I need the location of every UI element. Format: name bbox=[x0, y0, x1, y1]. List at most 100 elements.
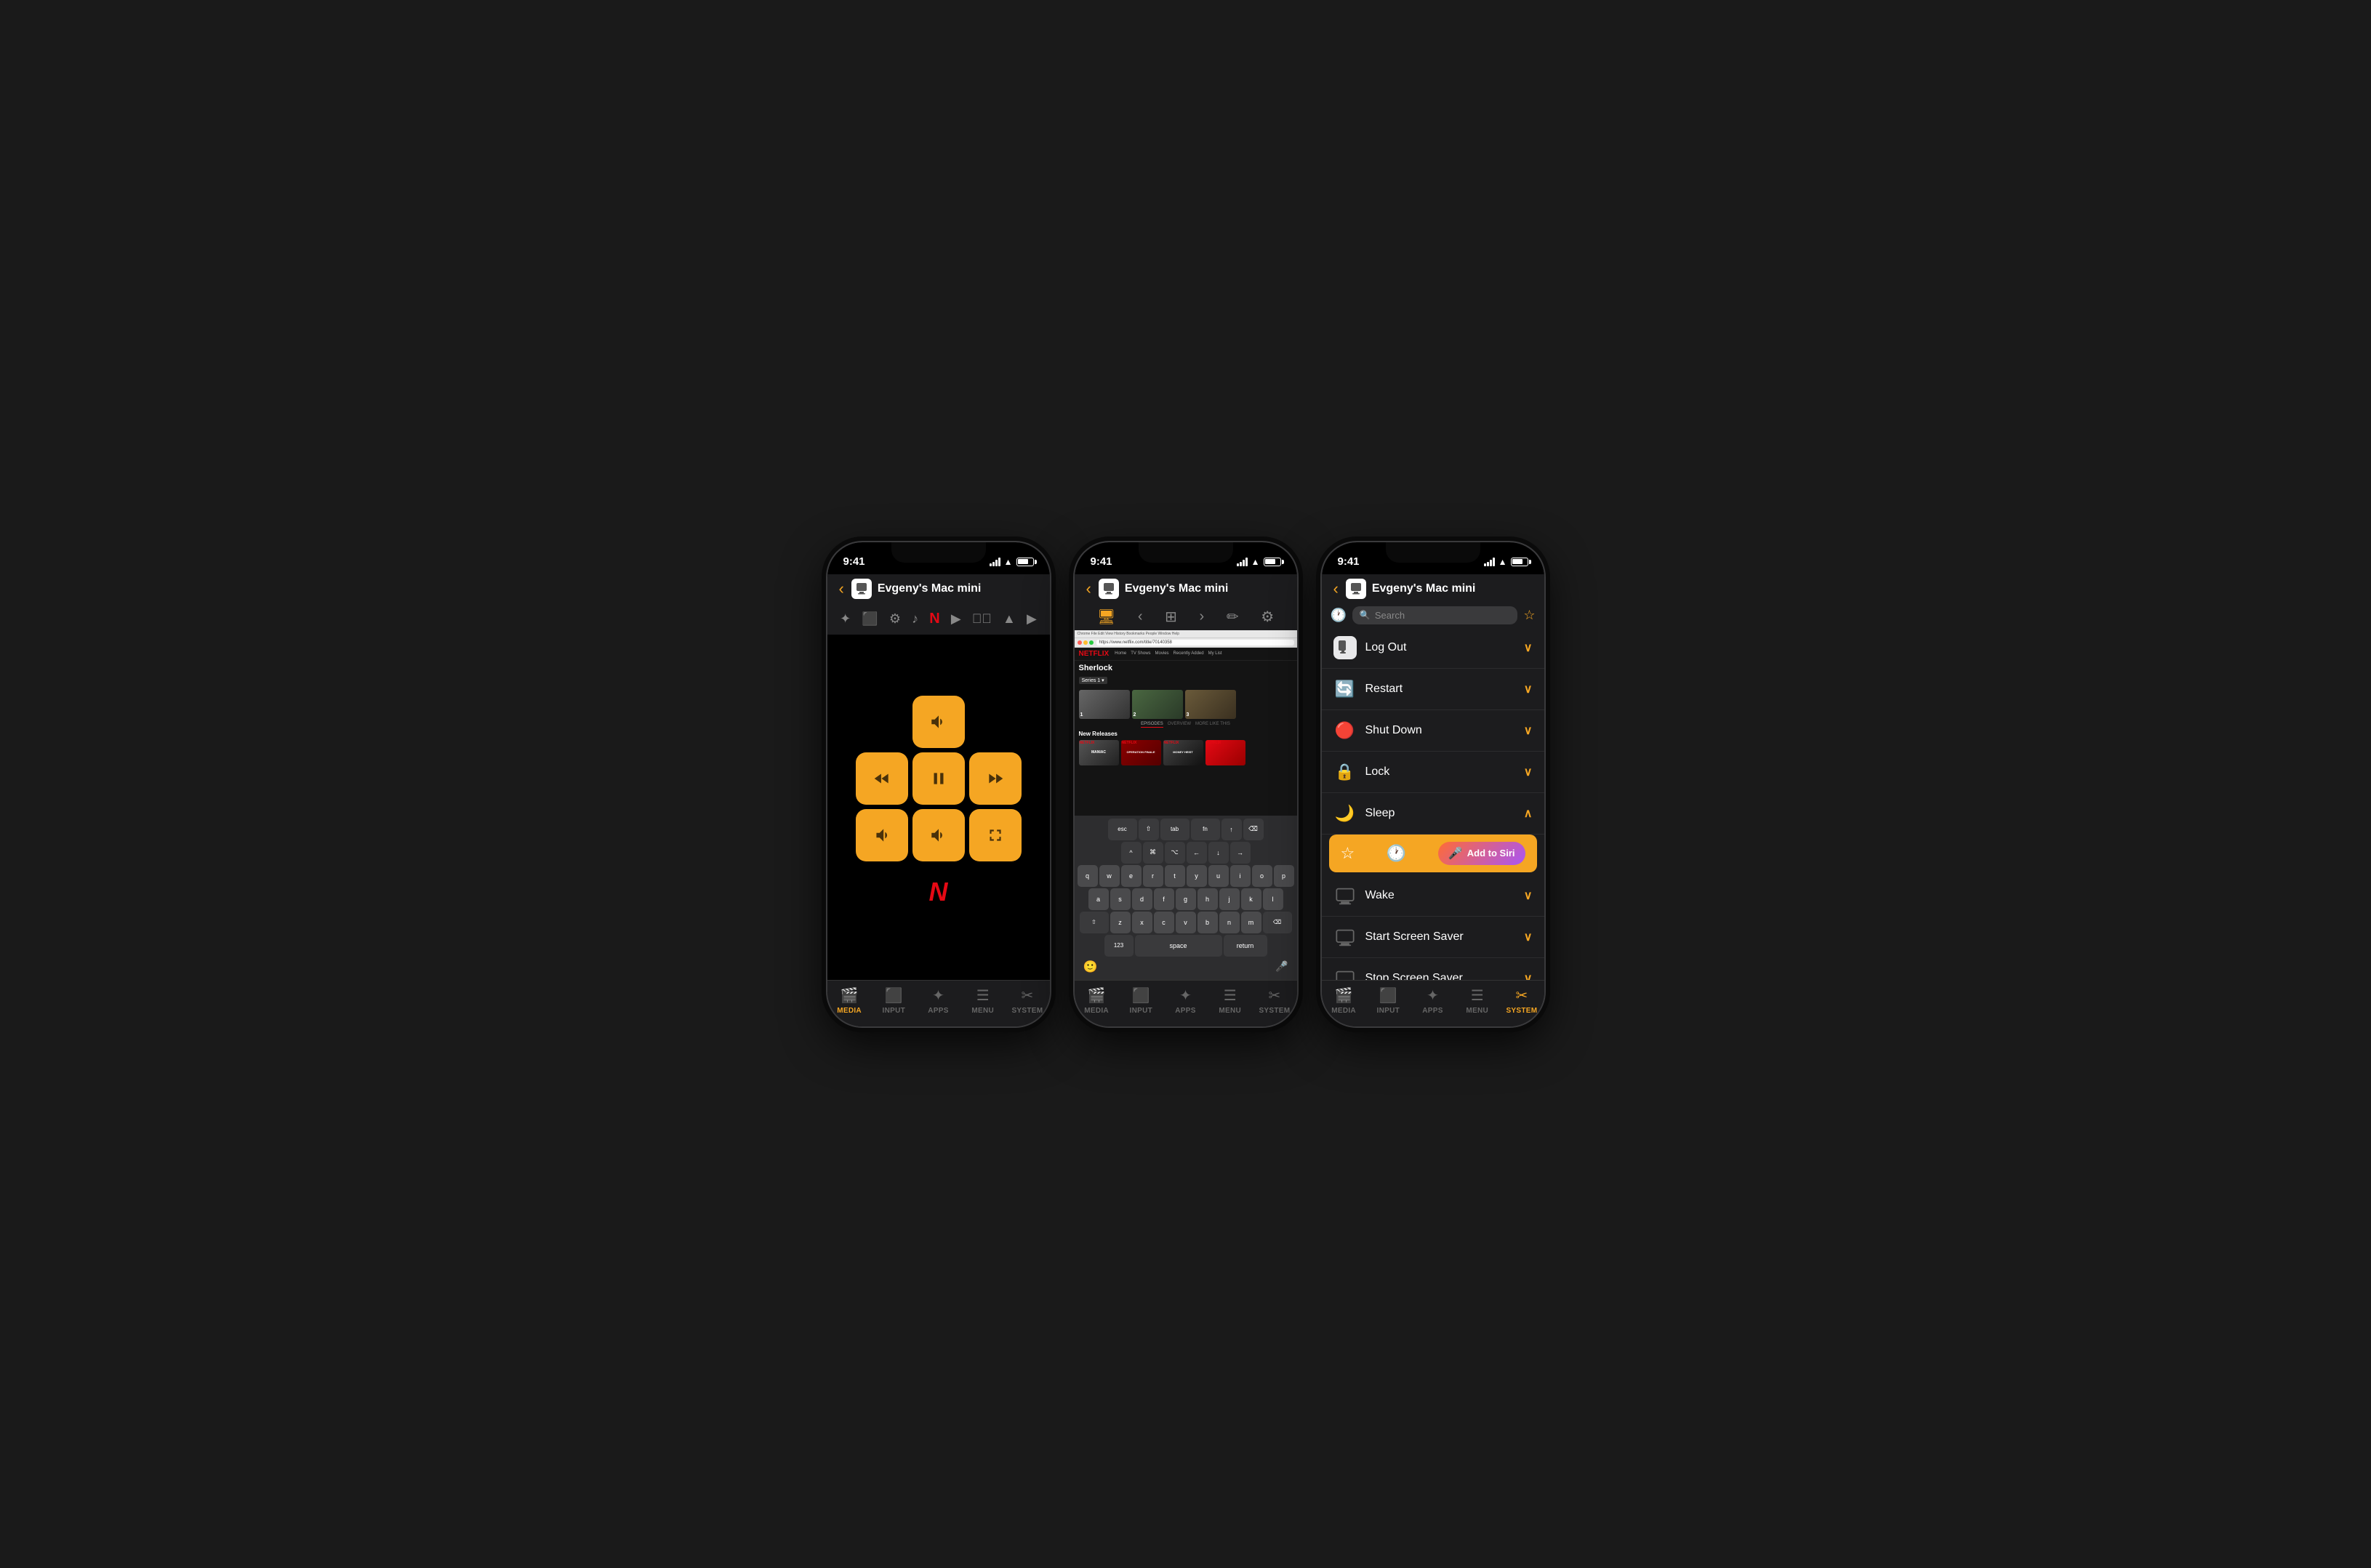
key-backspace[interactable]: ⌫ bbox=[1243, 819, 1264, 840]
key-t[interactable]: t bbox=[1165, 865, 1185, 887]
key-z[interactable]: z bbox=[1110, 912, 1131, 933]
back-button-2[interactable]: ‹ bbox=[1086, 579, 1091, 598]
key-up[interactable]: ↑ bbox=[1221, 819, 1242, 840]
tab-media-2[interactable]: 🎬 MEDIA bbox=[1075, 986, 1119, 1015]
menu-item-logout[interactable]: Log Out ∨ bbox=[1322, 627, 1544, 669]
menu-item-lock[interactable]: 🔒 Lock ∨ bbox=[1322, 752, 1544, 793]
back-button-3[interactable]: ‹ bbox=[1333, 579, 1339, 598]
key-down[interactable]: ↓ bbox=[1208, 842, 1229, 864]
key-right[interactable]: → bbox=[1230, 842, 1251, 864]
key-opt[interactable]: ⌥ bbox=[1165, 842, 1185, 864]
key-h[interactable]: h bbox=[1197, 888, 1218, 910]
favorites-icon[interactable]: ☆ bbox=[1523, 608, 1535, 623]
netflix-button[interactable]: N bbox=[912, 866, 965, 918]
nr-card-4[interactable]: NETFLIX bbox=[1205, 740, 1245, 765]
key-i[interactable]: i bbox=[1230, 865, 1251, 887]
key-x[interactable]: x bbox=[1132, 912, 1152, 933]
overview-tab[interactable]: OVERVIEW bbox=[1168, 722, 1191, 728]
episode-1[interactable]: 1 bbox=[1079, 690, 1130, 719]
key-return[interactable]: return bbox=[1224, 935, 1267, 957]
key-w[interactable]: w bbox=[1099, 865, 1120, 887]
menu-item-shutdown[interactable]: 🔴 Shut Down ∨ bbox=[1322, 710, 1544, 752]
search-container[interactable]: 🔍 Search bbox=[1352, 606, 1517, 624]
key-q[interactable]: q bbox=[1078, 865, 1098, 887]
itunes-icon[interactable]: ▲ bbox=[1000, 608, 1019, 630]
tab-apps-1[interactable]: ✦ APPS bbox=[916, 986, 960, 1015]
tab-apps-2[interactable]: ✦ APPS bbox=[1163, 986, 1208, 1015]
play-icon[interactable]: ▶ bbox=[948, 608, 964, 630]
key-123[interactable]: 123 bbox=[1104, 935, 1134, 957]
key-shift[interactable]: ⇧ bbox=[1080, 912, 1109, 933]
key-o[interactable]: o bbox=[1252, 865, 1272, 887]
episode-3[interactable]: 3 bbox=[1185, 690, 1236, 719]
key-j[interactable]: j bbox=[1219, 888, 1240, 910]
back-button-1[interactable]: ‹ bbox=[839, 579, 844, 598]
music-icon[interactable]: ♪ bbox=[909, 608, 921, 630]
forward-nav-icon[interactable]: › bbox=[1200, 608, 1205, 625]
key-cmd[interactable]: ⌘ bbox=[1143, 842, 1163, 864]
key-s[interactable]: s bbox=[1110, 888, 1131, 910]
key-d[interactable]: d bbox=[1132, 888, 1152, 910]
fast-forward-button[interactable] bbox=[969, 752, 1022, 805]
youtube-icon[interactable]: ▶⃝ bbox=[969, 608, 995, 630]
tab-input-2[interactable]: ⬛ INPUT bbox=[1119, 986, 1163, 1015]
key-c[interactable]: c bbox=[1154, 912, 1174, 933]
airplay-icon[interactable]: ⬛ bbox=[859, 608, 880, 630]
key-fn[interactable]: fn bbox=[1191, 819, 1220, 840]
key-l[interactable]: l bbox=[1263, 888, 1283, 910]
tab-input-1[interactable]: ⬛ INPUT bbox=[872, 986, 916, 1015]
key-a[interactable]: a bbox=[1088, 888, 1109, 910]
key-g[interactable]: g bbox=[1176, 888, 1196, 910]
tab-menu-1[interactable]: ☰ MENU bbox=[960, 986, 1005, 1015]
gear-icon-1[interactable]: ⚙ bbox=[886, 608, 904, 630]
key-b[interactable]: b bbox=[1197, 912, 1218, 933]
sleep-star-button[interactable]: ☆ bbox=[1341, 844, 1355, 863]
key-f[interactable]: f bbox=[1154, 888, 1174, 910]
mic-button[interactable]: 🎤 bbox=[1271, 960, 1292, 973]
volume-down-button[interactable] bbox=[856, 809, 908, 861]
key-tab[interactable]: tab bbox=[1160, 819, 1189, 840]
key-space[interactable]: space bbox=[1135, 935, 1222, 957]
key-m[interactable]: m bbox=[1241, 912, 1261, 933]
tab-system-1[interactable]: ✂ SYSTEM bbox=[1005, 986, 1049, 1015]
menu-item-start-screensaver[interactable]: Start Screen Saver ∨ bbox=[1322, 917, 1544, 958]
series-selector[interactable]: Series 1 ▾ bbox=[1079, 677, 1107, 684]
play-pause-button[interactable] bbox=[912, 752, 965, 805]
grid-icon[interactable]: ⊞ bbox=[1165, 608, 1177, 626]
key-e[interactable]: e bbox=[1121, 865, 1142, 887]
tab-media-1[interactable]: 🎬 MEDIA bbox=[827, 986, 872, 1015]
back-nav-icon[interactable]: ‹ bbox=[1138, 608, 1143, 625]
tab-system-3[interactable]: ✂ SYSTEM bbox=[1499, 986, 1544, 1015]
plex-icon[interactable]: ▶ bbox=[1024, 608, 1040, 630]
add-to-siri-button[interactable]: 🎤 Add to Siri bbox=[1438, 842, 1525, 865]
tab-system-2[interactable]: ✂ SYSTEM bbox=[1252, 986, 1296, 1015]
episode-2[interactable]: 2 bbox=[1132, 690, 1183, 719]
key-y[interactable]: y bbox=[1187, 865, 1207, 887]
sleep-clock-button[interactable]: 🕐 bbox=[1387, 844, 1406, 863]
nr-card-1[interactable]: NETFLIX MANIAC bbox=[1079, 740, 1119, 765]
rewind-button[interactable] bbox=[856, 752, 908, 805]
menu-item-sleep[interactable]: 🌙 Sleep ∧ bbox=[1322, 793, 1544, 835]
nr-card-3[interactable]: NETFLIX MONEY HEIST bbox=[1163, 740, 1203, 765]
menu-item-stop-screensaver[interactable]: Stop Screen Saver ∨ bbox=[1322, 958, 1544, 980]
address-bar[interactable]: https://www.netflix.com/title/70140358 bbox=[1096, 640, 1294, 646]
tab-input-3[interactable]: ⬛ INPUT bbox=[1366, 986, 1411, 1015]
key-p[interactable]: p bbox=[1274, 865, 1294, 887]
key-r[interactable]: r bbox=[1143, 865, 1163, 887]
key-v[interactable]: v bbox=[1176, 912, 1196, 933]
morelikethis-tab[interactable]: MORE LIKE THIS bbox=[1195, 722, 1230, 728]
tab-menu-3[interactable]: ☰ MENU bbox=[1455, 986, 1499, 1015]
key-left[interactable]: ← bbox=[1187, 842, 1207, 864]
crosshair-icon[interactable]: ✦ bbox=[837, 608, 854, 630]
key-shift-up[interactable]: ⇧ bbox=[1139, 819, 1159, 840]
pencil-icon[interactable]: ✏ bbox=[1227, 608, 1239, 626]
fullscreen-button[interactable] bbox=[969, 809, 1022, 861]
episodes-tab[interactable]: EPISODES bbox=[1141, 722, 1163, 728]
menu-item-restart[interactable]: 🔄 Restart ∨ bbox=[1322, 669, 1544, 710]
nr-card-2[interactable]: NETFLIX OPERATION FINALE bbox=[1121, 740, 1161, 765]
key-u[interactable]: u bbox=[1208, 865, 1229, 887]
tab-menu-2[interactable]: ☰ MENU bbox=[1208, 986, 1252, 1015]
recent-icon[interactable]: 🕐 bbox=[1331, 608, 1347, 623]
volume-mid-button[interactable] bbox=[912, 809, 965, 861]
key-ctrl[interactable]: ^ bbox=[1121, 842, 1142, 864]
